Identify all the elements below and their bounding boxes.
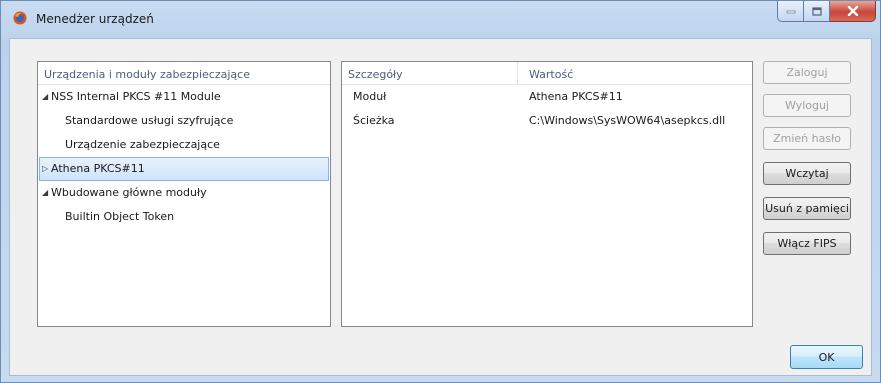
expanded-arrow-icon[interactable]: ◢ <box>42 85 48 109</box>
title-bar[interactable]: Menedżer urządzeń <box>1 1 880 37</box>
maximize-button[interactable] <box>804 1 830 22</box>
device-manager-window: Menedżer urządzeń Urządzenia i moduły za… <box>0 0 881 383</box>
dialog-client-area: Urządzenia i moduły zabezpieczające ◢ NS… <box>9 38 872 376</box>
minimize-button[interactable] <box>777 1 804 22</box>
tree-item-builtin-token[interactable]: Builtin Object Token <box>38 205 330 229</box>
minimize-icon <box>786 10 795 14</box>
details-header-key[interactable]: Szczegóły <box>348 68 403 81</box>
expanded-arrow-icon[interactable]: ◢ <box>42 181 48 205</box>
load-button[interactable]: Wczytaj <box>763 162 851 185</box>
ok-button[interactable]: OK <box>790 345 863 369</box>
tree-column-header[interactable]: Urządzenia i moduły zabezpieczające <box>38 62 330 85</box>
column-separator[interactable] <box>517 62 518 84</box>
tree-item-builtin-modules[interactable]: ◢ Wbudowane główne moduły <box>38 181 330 205</box>
tree-header-label: Urządzenia i moduły zabezpieczające <box>44 68 250 81</box>
tree-item-nss-internal[interactable]: ◢ NSS Internal PKCS #11 Module <box>38 85 330 109</box>
detail-row-module[interactable]: Moduł Athena PKCS#11 <box>342 85 752 109</box>
window-controls <box>777 1 876 23</box>
firefox-icon <box>13 11 27 25</box>
close-icon <box>847 6 858 16</box>
details-column-header: Szczegóły Wartość <box>342 62 752 85</box>
details-list[interactable]: Szczegóły Wartość Moduł Athena PKCS#11 Ś… <box>341 61 753 327</box>
devices-tree[interactable]: Urządzenia i moduły zabezpieczające ◢ NS… <box>37 61 331 327</box>
details-header-value[interactable]: Wartość <box>529 68 573 81</box>
unload-button[interactable]: Usuń z pamięci <box>763 197 851 220</box>
window-title: Menedżer urządzeń <box>36 12 154 26</box>
detail-row-path[interactable]: Ścieżka C:\Windows\SysWOW64\asepkcs.dll <box>342 109 752 133</box>
maximize-icon <box>811 6 822 16</box>
enable-fips-button[interactable]: Włącz FIPS <box>763 232 851 255</box>
collapsed-arrow-icon[interactable]: ▷ <box>42 158 48 180</box>
tree-item-athena[interactable]: ▷ Athena PKCS#11 <box>39 157 329 181</box>
tree-item-standard-crypto[interactable]: Standardowe usługi szyfrujące <box>38 109 330 133</box>
close-button[interactable] <box>830 1 876 22</box>
logout-button[interactable]: Wyloguj <box>763 94 851 117</box>
tree-item-security-device[interactable]: Urządzenie zabezpieczające <box>38 133 330 157</box>
change-password-button[interactable]: Zmień hasło <box>763 127 851 150</box>
login-button[interactable]: Zaloguj <box>763 61 851 84</box>
